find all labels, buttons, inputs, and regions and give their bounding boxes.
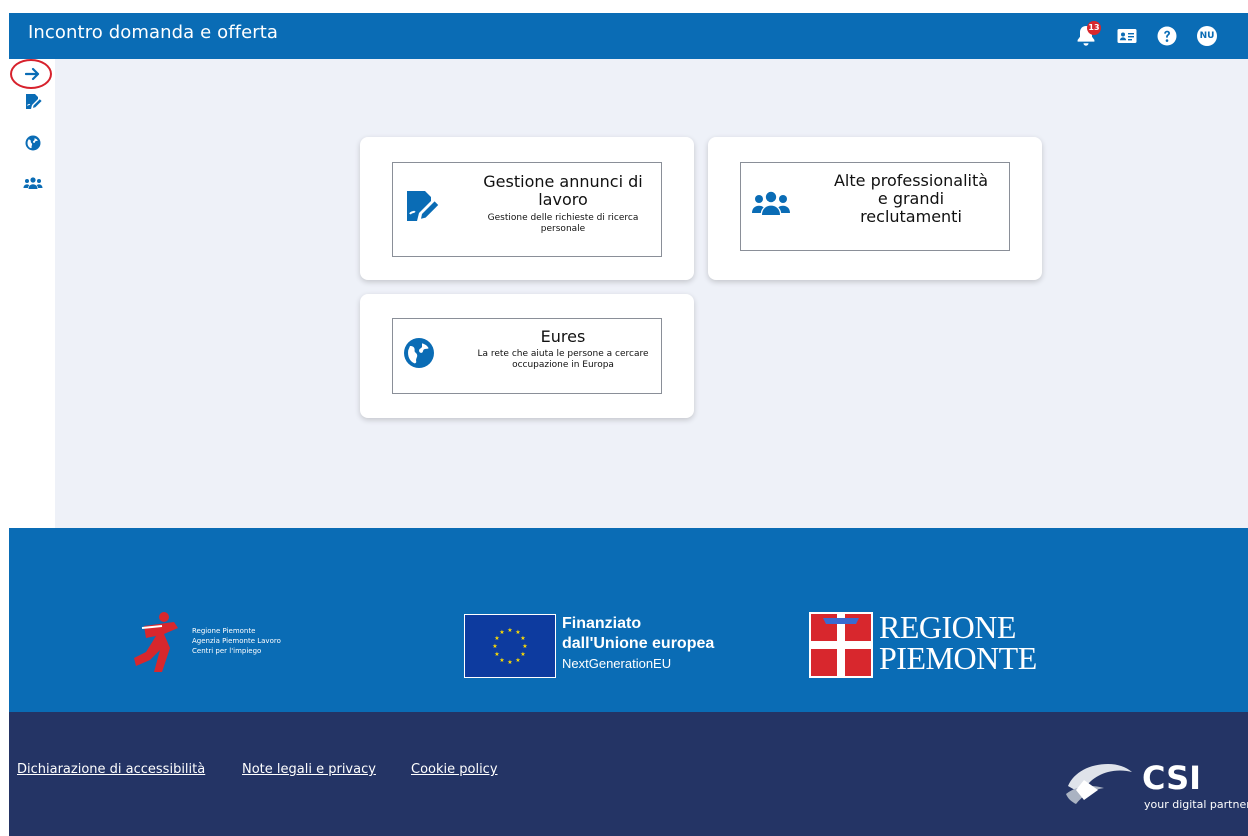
eu-funding-text: Finanziato dall'Unione europea NextGener…: [562, 614, 714, 674]
avatar: NU: [1197, 26, 1217, 46]
globe-icon: [25, 135, 41, 151]
legal-privacy-link[interactable]: Note legali e privacy: [242, 762, 376, 777]
agenzia-piemonte-lavoro-logo: Regione Piemonte Agenzia Piemonte Lavoro…: [134, 610, 304, 676]
gestione-annunci-button[interactable]: Gestione annunci di lavoro Gestione dell…: [392, 162, 662, 257]
svg-text:★: ★: [494, 635, 499, 642]
regione-coat-of-arms-icon: [809, 612, 873, 678]
svg-text:★: ★: [522, 643, 527, 650]
eures-button[interactable]: Eures La rete che aiuta le persone a cer…: [392, 318, 662, 394]
user-initials: NU: [1199, 31, 1215, 41]
svg-text:★: ★: [515, 657, 520, 664]
csi-swirl-icon: [1066, 764, 1132, 804]
users-icon: [752, 191, 790, 215]
logo-line: Regione Piemonte: [192, 627, 256, 635]
eu-line1: Finanziato: [562, 615, 642, 632]
edit-document-icon: [407, 191, 439, 221]
card-title: Gestione annunci di lavoro: [483, 172, 643, 209]
svg-text:★: ★: [494, 651, 499, 658]
accessibility-link[interactable]: Dichiarazione di accessibilità: [17, 762, 205, 777]
id-card-icon: [1117, 29, 1137, 43]
sidebar-expand-button[interactable]: [22, 63, 44, 85]
footer-links: Dichiarazione di accessibilità Note lega…: [9, 712, 1248, 836]
svg-text:★: ★: [492, 643, 497, 650]
arrow-right-icon: [25, 67, 40, 81]
card-subtitle: La rete che aiuta le persone a cercare o…: [477, 349, 649, 370]
regione-piemonte-logo: [809, 612, 873, 682]
csi-name: CSI: [1142, 759, 1202, 797]
footer-logos: Regione Piemonte Agenzia Piemonte Lavoro…: [9, 528, 1248, 712]
alte-professionalita-button[interactable]: Alte professionalità e grandi reclutamen…: [740, 162, 1010, 251]
cookie-policy-link[interactable]: Cookie policy: [411, 762, 498, 777]
eu-line2: dall'Unione europea: [562, 635, 715, 652]
card-gestione-annunci: Gestione annunci di lavoro Gestione dell…: [360, 137, 694, 280]
card-subtitle: Gestione delle richieste di ricerca pers…: [487, 213, 639, 234]
logo-line: Centri per l'impiego: [192, 647, 262, 655]
logo-line: Agenzia Piemonte Lavoro: [192, 637, 281, 645]
help-button[interactable]: [1155, 24, 1179, 48]
help-icon: [1157, 26, 1177, 46]
edit-document-icon: [26, 94, 42, 109]
users-icon: [23, 177, 43, 189]
sidebar-item-gestione-annunci[interactable]: [22, 91, 44, 113]
eu-line3: NextGenerationEU: [562, 656, 672, 671]
globe-icon: [404, 338, 434, 368]
card-alte-professionalita: Alte professionalità e grandi reclutamen…: [708, 137, 1042, 280]
running-figure-icon: [134, 612, 178, 672]
regione-piemonte-text: REGIONE PIEMONTE: [879, 609, 1037, 676]
id-card-button[interactable]: [1115, 24, 1139, 48]
card-eures: Eures La rete che aiuta le persone a cer…: [360, 294, 694, 418]
user-avatar-button[interactable]: NU: [1195, 24, 1219, 48]
svg-text:★: ★: [507, 659, 512, 666]
sidebar: [9, 59, 55, 528]
csi-tagline: your digital partner: [1144, 798, 1248, 811]
app-header: Incontro domanda e offerta 13 NU: [9, 13, 1248, 59]
card-title: Alte professionalità e grandi reclutamen…: [833, 171, 989, 226]
app-title: Incontro domanda e offerta: [28, 22, 279, 43]
svg-text:★: ★: [520, 635, 525, 642]
svg-text:★: ★: [507, 627, 512, 634]
notification-count-badge: 13: [1087, 21, 1101, 35]
sidebar-item-alte-professionalita[interactable]: [22, 172, 44, 194]
main-content: Gestione annunci di lavoro Gestione dell…: [55, 59, 1248, 528]
svg-text:★: ★: [520, 651, 525, 658]
svg-text:★: ★: [499, 629, 504, 636]
card-title: Eures: [540, 327, 586, 346]
regione-line1: REGIONE: [879, 609, 1016, 645]
sidebar-item-eures[interactable]: [22, 132, 44, 154]
svg-text:★: ★: [499, 657, 504, 664]
regione-line2: PIEMONTE: [879, 640, 1037, 676]
notifications-button[interactable]: 13: [1075, 21, 1101, 48]
eu-stars-icon: ★ ★ ★ ★ ★ ★ ★ ★ ★ ★ ★ ★: [492, 627, 527, 666]
eu-flag: ★ ★ ★ ★ ★ ★ ★ ★ ★ ★ ★ ★: [464, 614, 556, 678]
